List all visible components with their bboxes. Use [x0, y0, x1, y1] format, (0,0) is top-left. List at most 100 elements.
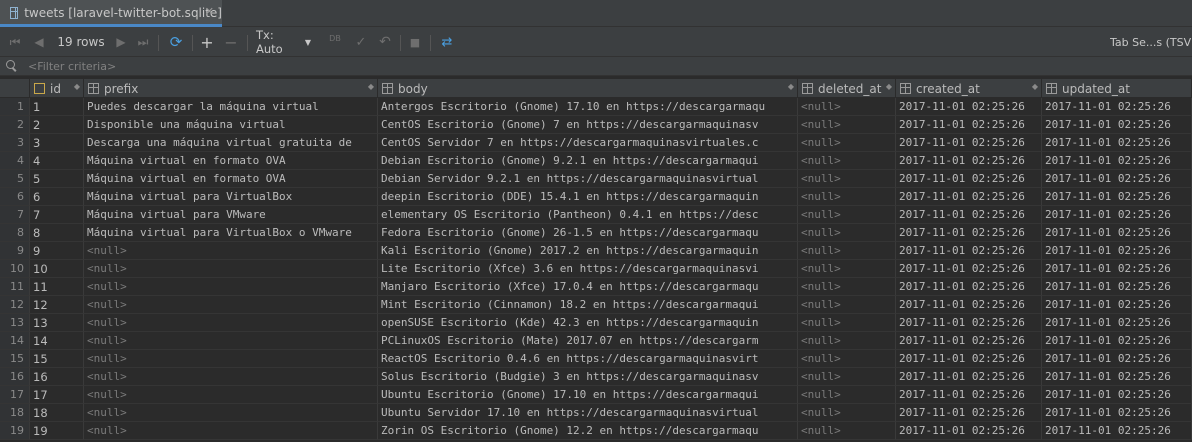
cell-id[interactable]: 14: [30, 332, 84, 350]
cell-deleted-at[interactable]: <null>: [798, 170, 896, 188]
cell-id[interactable]: 11: [30, 278, 84, 296]
delete-row-icon[interactable]: −: [222, 27, 240, 57]
tab-tweets[interactable]: tweets [laravel-twitter-bot.sqlite] ✕: [0, 0, 222, 27]
cell-id[interactable]: 4: [30, 152, 84, 170]
cell-body[interactable]: Ubuntu Escritorio (Gnome) 17.10 en https…: [378, 386, 798, 404]
cell-id[interactable]: 12: [30, 296, 84, 314]
cell-updated-at[interactable]: 2017-11-01 02:25:26: [1042, 134, 1192, 152]
refresh-icon[interactable]: ⟳: [165, 27, 187, 57]
table-row[interactable]: 14 14 <null> PCLinuxOS Escritorio (Mate) 20…: [0, 332, 1192, 350]
cell-body[interactable]: Solus Escritorio (Budgie) 3 en https://d…: [378, 368, 798, 386]
table-row[interactable]: 11 11 <null> Manjaro Escritorio (Xfce) 17.0…: [0, 278, 1192, 296]
stop-icon[interactable]: ■: [406, 27, 424, 57]
column-header-created-at[interactable]: created_at ◆: [896, 79, 1042, 98]
sort-icon[interactable]: ◆: [788, 82, 794, 91]
cell-prefix[interactable]: <null>: [84, 296, 378, 314]
cell-updated-at[interactable]: 2017-11-01 02:25:26: [1042, 332, 1192, 350]
cell-deleted-at[interactable]: <null>: [798, 314, 896, 332]
cell-deleted-at[interactable]: <null>: [798, 188, 896, 206]
cell-updated-at[interactable]: 2017-11-01 02:25:26: [1042, 278, 1192, 296]
cell-created-at[interactable]: 2017-11-01 02:25:26: [896, 314, 1042, 332]
cell-updated-at[interactable]: 2017-11-01 02:25:26: [1042, 350, 1192, 368]
table-row[interactable]: 8 8 Máquina virtual para VirtualBox o VMwa…: [0, 224, 1192, 242]
row-count[interactable]: 19 rows: [56, 27, 106, 57]
cell-updated-at[interactable]: 2017-11-01 02:25:26: [1042, 188, 1192, 206]
cell-prefix[interactable]: <null>: [84, 332, 378, 350]
table-row[interactable]: 10 10 <null> Lite Escritorio (Xfce) 3.6 en …: [0, 260, 1192, 278]
cell-prefix[interactable]: <null>: [84, 242, 378, 260]
cell-created-at[interactable]: 2017-11-01 02:25:26: [896, 404, 1042, 422]
cell-body[interactable]: ReactOS Escritorio 0.4.6 en https://desc…: [378, 350, 798, 368]
cell-created-at[interactable]: 2017-11-01 02:25:26: [896, 116, 1042, 134]
tx-mode-dropdown[interactable]: Tx: Auto: [256, 27, 302, 57]
cell-updated-at[interactable]: 2017-11-01 02:25:26: [1042, 206, 1192, 224]
cell-body[interactable]: Fedora Escritorio (Gnome) 26-1.5 en http…: [378, 224, 798, 242]
cell-body[interactable]: CentOS Servidor 7 en https://descargarma…: [378, 134, 798, 152]
cell-deleted-at[interactable]: <null>: [798, 224, 896, 242]
table-row[interactable]: 15 15 <null> ReactOS Escritorio 0.4.6 en ht…: [0, 350, 1192, 368]
table-row[interactable]: 12 12 <null> Mint Escritorio (Cinnamon) 18.…: [0, 296, 1192, 314]
cell-prefix[interactable]: Disponible una máquina virtual: [84, 116, 378, 134]
cell-prefix[interactable]: Máquina virtual para VirtualBox o VMware: [84, 224, 378, 242]
table-row[interactable]: 3 3 Descarga una máquina virtual gratuita …: [0, 134, 1192, 152]
table-row[interactable]: 1 1 Puedes descargar la máquina virtual Ant…: [0, 98, 1192, 116]
export-format-dropdown[interactable]: Tab Se...s (TSV): [1110, 27, 1192, 57]
cell-prefix[interactable]: Máquina virtual en formato OVA: [84, 170, 378, 188]
table-row[interactable]: 4 4 Máquina virtual en formato OVA Debian E…: [0, 152, 1192, 170]
table-row[interactable]: 6 6 Máquina virtual para VirtualBox deepin …: [0, 188, 1192, 206]
column-header-prefix[interactable]: prefix ◆: [84, 79, 378, 98]
cell-prefix[interactable]: <null>: [84, 368, 378, 386]
sort-icon[interactable]: ◆: [886, 82, 892, 91]
cell-deleted-at[interactable]: <null>: [798, 116, 896, 134]
cell-body[interactable]: Debian Servidor 9.2.1 en https://descarg…: [378, 170, 798, 188]
sort-icon[interactable]: ◆: [368, 82, 374, 91]
transpose-icon[interactable]: ⇄: [436, 27, 458, 57]
table-row[interactable]: 17 17 <null> Ubuntu Escritorio (Gnome) 17.1…: [0, 386, 1192, 404]
cell-deleted-at[interactable]: <null>: [798, 404, 896, 422]
table-row[interactable]: 2 2 Disponible una máquina virtual CentOS E…: [0, 116, 1192, 134]
cell-deleted-at[interactable]: <null>: [798, 350, 896, 368]
cell-body[interactable]: CentOS Escritorio (Gnome) 7 en https://d…: [378, 116, 798, 134]
cell-created-at[interactable]: 2017-11-01 02:25:26: [896, 260, 1042, 278]
table-row[interactable]: 19 19 <null> Zorin OS Escritorio (Gnome) 12…: [0, 422, 1192, 440]
cell-prefix[interactable]: Puedes descargar la máquina virtual: [84, 98, 378, 116]
cell-id[interactable]: 13: [30, 314, 84, 332]
previous-page-icon[interactable]: ◀: [30, 27, 48, 57]
cell-body[interactable]: Manjaro Escritorio (Xfce) 17.0.4 en http…: [378, 278, 798, 296]
cell-updated-at[interactable]: 2017-11-01 02:25:26: [1042, 422, 1192, 440]
cell-created-at[interactable]: 2017-11-01 02:25:26: [896, 152, 1042, 170]
cell-updated-at[interactable]: 2017-11-01 02:25:26: [1042, 386, 1192, 404]
cell-prefix[interactable]: Máquina virtual en formato OVA: [84, 152, 378, 170]
cell-created-at[interactable]: 2017-11-01 02:25:26: [896, 386, 1042, 404]
cell-prefix[interactable]: <null>: [84, 278, 378, 296]
cell-body[interactable]: Debian Escritorio (Gnome) 9.2.1 en https…: [378, 152, 798, 170]
cell-created-at[interactable]: 2017-11-01 02:25:26: [896, 368, 1042, 386]
table-row[interactable]: 9 9 <null> Kali Escritorio (Gnome) 2017.2 e…: [0, 242, 1192, 260]
cell-id[interactable]: 8: [30, 224, 84, 242]
cell-prefix[interactable]: Descarga una máquina virtual gratuita de: [84, 134, 378, 152]
sort-icon[interactable]: ◆: [74, 82, 80, 91]
cell-id[interactable]: 2: [30, 116, 84, 134]
cell-prefix[interactable]: <null>: [84, 404, 378, 422]
cell-deleted-at[interactable]: <null>: [798, 134, 896, 152]
column-header-body[interactable]: body ◆: [378, 79, 798, 98]
cell-updated-at[interactable]: 2017-11-01 02:25:26: [1042, 296, 1192, 314]
rollback-icon[interactable]: ↶: [376, 27, 394, 57]
cell-deleted-at[interactable]: <null>: [798, 332, 896, 350]
cell-id[interactable]: 6: [30, 188, 84, 206]
table-row[interactable]: 7 7 Máquina virtual para VMware elementary …: [0, 206, 1192, 224]
cell-body[interactable]: Ubuntu Servidor 17.10 en https://descarg…: [378, 404, 798, 422]
cell-deleted-at[interactable]: <null>: [798, 152, 896, 170]
cell-prefix[interactable]: <null>: [84, 260, 378, 278]
cell-created-at[interactable]: 2017-11-01 02:25:26: [896, 188, 1042, 206]
cell-id[interactable]: 7: [30, 206, 84, 224]
cell-created-at[interactable]: 2017-11-01 02:25:26: [896, 98, 1042, 116]
column-header-deleted-at[interactable]: deleted_at ◆: [798, 79, 896, 98]
cell-body[interactable]: Kali Escritorio (Gnome) 2017.2 en https:…: [378, 242, 798, 260]
first-page-icon[interactable]: ⏮: [6, 27, 24, 57]
table-row[interactable]: 13 13 <null> openSUSE Escritorio (Kde) 42.3…: [0, 314, 1192, 332]
cell-created-at[interactable]: 2017-11-01 02:25:26: [896, 242, 1042, 260]
column-header-id[interactable]: id ◆: [30, 79, 84, 98]
cell-id[interactable]: 5: [30, 170, 84, 188]
cell-created-at[interactable]: 2017-11-01 02:25:26: [896, 278, 1042, 296]
